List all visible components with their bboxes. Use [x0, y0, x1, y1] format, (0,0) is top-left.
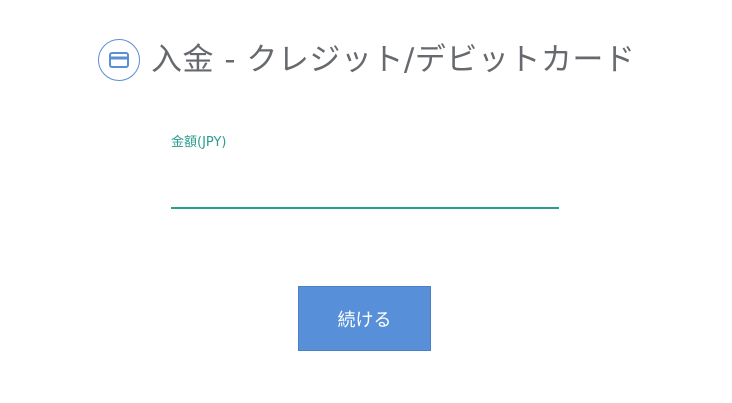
page-header: 入金 - クレジット/デビットカード — [98, 38, 635, 82]
credit-card-icon — [98, 39, 140, 81]
continue-button[interactable]: 続ける — [298, 286, 431, 351]
deposit-form: 金額(JPY) — [171, 134, 559, 209]
page-title: 入金 - クレジット/デビットカード — [151, 42, 636, 78]
amount-label: 金額(JPY) — [171, 135, 227, 150]
deposit-page: 入金 - クレジット/デビットカード 金額(JPY) 続ける — [0, 0, 732, 403]
amount-input[interactable] — [171, 169, 559, 209]
